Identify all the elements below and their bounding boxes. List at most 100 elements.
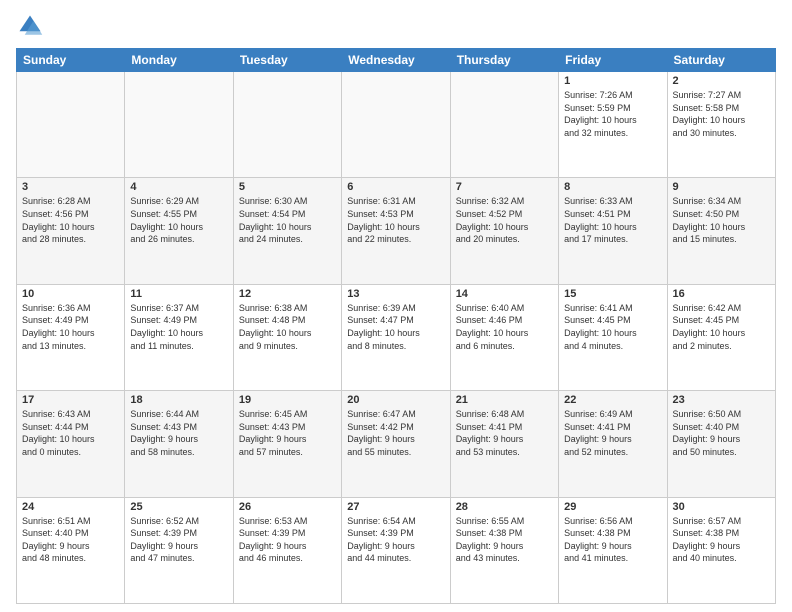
day-info: Sunrise: 7:27 AM Sunset: 5:58 PM Dayligh… <box>673 89 770 139</box>
day-number: 5 <box>239 181 336 193</box>
calendar-cell: 29 Sunrise: 6:56 AM Sunset: 4:38 PM Dayli… <box>559 497 667 603</box>
calendar-week-row: 17Sunrise: 6:43 AM Sunset: 4:44 PM Dayli… <box>17 391 776 497</box>
day-info: Sunrise: 6:54 AM Sunset: 4:39 PM Dayligh… <box>347 515 444 565</box>
day-info: Sunrise: 6:32 AM Sunset: 4:52 PM Dayligh… <box>456 195 553 245</box>
day-number: 15 <box>564 288 661 300</box>
day-number: 22 <box>564 394 661 406</box>
col-tuesday: Tuesday <box>233 49 341 72</box>
calendar-cell <box>233 72 341 178</box>
calendar-cell: 10Sunrise: 6:36 AM Sunset: 4:49 PM Dayli… <box>17 284 125 390</box>
calendar-cell: 11 Sunrise: 6:37 AM Sunset: 4:49 PM Dayli… <box>125 284 233 390</box>
calendar-cell: 26 Sunrise: 6:53 AM Sunset: 4:39 PM Dayli… <box>233 497 341 603</box>
day-info: Sunrise: 6:37 AM Sunset: 4:49 PM Dayligh… <box>130 302 227 352</box>
day-number: 1 <box>564 75 661 87</box>
day-number: 20 <box>347 394 444 406</box>
col-friday: Friday <box>559 49 667 72</box>
day-info: Sunrise: 6:38 AM Sunset: 4:48 PM Dayligh… <box>239 302 336 352</box>
calendar-cell: 8 Sunrise: 6:33 AM Sunset: 4:51 PM Daylig… <box>559 178 667 284</box>
col-saturday: Saturday <box>667 49 775 72</box>
calendar-cell <box>450 72 558 178</box>
calendar-cell <box>17 72 125 178</box>
day-info: Sunrise: 6:52 AM Sunset: 4:39 PM Dayligh… <box>130 515 227 565</box>
calendar-cell: 16 Sunrise: 6:42 AM Sunset: 4:45 PM Dayli… <box>667 284 775 390</box>
day-number: 18 <box>130 394 227 406</box>
day-info: Sunrise: 6:55 AM Sunset: 4:38 PM Dayligh… <box>456 515 553 565</box>
day-info: Sunrise: 6:30 AM Sunset: 4:54 PM Dayligh… <box>239 195 336 245</box>
day-info: Sunrise: 6:53 AM Sunset: 4:39 PM Dayligh… <box>239 515 336 565</box>
calendar-cell: 25 Sunrise: 6:52 AM Sunset: 4:39 PM Dayli… <box>125 497 233 603</box>
calendar-cell: 14Sunrise: 6:40 AM Sunset: 4:46 PM Dayli… <box>450 284 558 390</box>
calendar-week-row: 1 Sunrise: 7:26 AM Sunset: 5:59 PM Daylig… <box>17 72 776 178</box>
day-info: Sunrise: 6:47 AM Sunset: 4:42 PM Dayligh… <box>347 408 444 458</box>
calendar-cell: 18 Sunrise: 6:44 AM Sunset: 4:43 PM Dayli… <box>125 391 233 497</box>
col-sunday: Sunday <box>17 49 125 72</box>
day-info: Sunrise: 6:41 AM Sunset: 4:45 PM Dayligh… <box>564 302 661 352</box>
logo-icon <box>16 12 44 40</box>
day-info: Sunrise: 6:31 AM Sunset: 4:53 PM Dayligh… <box>347 195 444 245</box>
day-number: 23 <box>673 394 770 406</box>
calendar-week-row: 24Sunrise: 6:51 AM Sunset: 4:40 PM Dayli… <box>17 497 776 603</box>
day-number: 2 <box>673 75 770 87</box>
day-info: Sunrise: 6:33 AM Sunset: 4:51 PM Dayligh… <box>564 195 661 245</box>
day-number: 9 <box>673 181 770 193</box>
calendar-cell: 27 Sunrise: 6:54 AM Sunset: 4:39 PM Dayli… <box>342 497 450 603</box>
calendar-cell: 2 Sunrise: 7:27 AM Sunset: 5:58 PM Daylig… <box>667 72 775 178</box>
calendar-cell: 24Sunrise: 6:51 AM Sunset: 4:40 PM Dayli… <box>17 497 125 603</box>
calendar-cell: 13 Sunrise: 6:39 AM Sunset: 4:47 PM Dayli… <box>342 284 450 390</box>
calendar-cell: 12 Sunrise: 6:38 AM Sunset: 4:48 PM Dayli… <box>233 284 341 390</box>
calendar-cell: 5 Sunrise: 6:30 AM Sunset: 4:54 PM Daylig… <box>233 178 341 284</box>
calendar-cell: 1 Sunrise: 7:26 AM Sunset: 5:59 PM Daylig… <box>559 72 667 178</box>
calendar-cell: 28 Sunrise: 6:55 AM Sunset: 4:38 PM Dayli… <box>450 497 558 603</box>
calendar-cell: 23 Sunrise: 6:50 AM Sunset: 4:40 PM Dayli… <box>667 391 775 497</box>
day-info: Sunrise: 6:39 AM Sunset: 4:47 PM Dayligh… <box>347 302 444 352</box>
calendar-cell: 6Sunrise: 6:31 AM Sunset: 4:53 PM Daylig… <box>342 178 450 284</box>
calendar-table: Sunday Monday Tuesday Wednesday Thursday… <box>16 48 776 604</box>
day-number: 4 <box>130 181 227 193</box>
day-number: 19 <box>239 394 336 406</box>
day-number: 25 <box>130 501 227 513</box>
calendar-cell: 30Sunrise: 6:57 AM Sunset: 4:38 PM Dayli… <box>667 497 775 603</box>
day-number: 3 <box>22 181 119 193</box>
day-info: Sunrise: 6:42 AM Sunset: 4:45 PM Dayligh… <box>673 302 770 352</box>
logo <box>16 12 50 40</box>
day-number: 29 <box>564 501 661 513</box>
day-number: 27 <box>347 501 444 513</box>
day-number: 26 <box>239 501 336 513</box>
calendar-cell: 4 Sunrise: 6:29 AM Sunset: 4:55 PM Daylig… <box>125 178 233 284</box>
calendar-cell: 17Sunrise: 6:43 AM Sunset: 4:44 PM Dayli… <box>17 391 125 497</box>
calendar-cell <box>125 72 233 178</box>
day-info: Sunrise: 7:26 AM Sunset: 5:59 PM Dayligh… <box>564 89 661 139</box>
calendar-cell: 22 Sunrise: 6:49 AM Sunset: 4:41 PM Dayli… <box>559 391 667 497</box>
day-number: 16 <box>673 288 770 300</box>
calendar-cell: 7 Sunrise: 6:32 AM Sunset: 4:52 PM Daylig… <box>450 178 558 284</box>
day-info: Sunrise: 6:50 AM Sunset: 4:40 PM Dayligh… <box>673 408 770 458</box>
day-info: Sunrise: 6:28 AM Sunset: 4:56 PM Dayligh… <box>22 195 119 245</box>
day-info: Sunrise: 6:34 AM Sunset: 4:50 PM Dayligh… <box>673 195 770 245</box>
calendar-week-row: 3 Sunrise: 6:28 AM Sunset: 4:56 PM Daylig… <box>17 178 776 284</box>
col-wednesday: Wednesday <box>342 49 450 72</box>
day-info: Sunrise: 6:45 AM Sunset: 4:43 PM Dayligh… <box>239 408 336 458</box>
calendar-header-row: Sunday Monday Tuesday Wednesday Thursday… <box>17 49 776 72</box>
day-number: 24 <box>22 501 119 513</box>
day-number: 14 <box>456 288 553 300</box>
day-info: Sunrise: 6:57 AM Sunset: 4:38 PM Dayligh… <box>673 515 770 565</box>
day-info: Sunrise: 6:56 AM Sunset: 4:38 PM Dayligh… <box>564 515 661 565</box>
col-thursday: Thursday <box>450 49 558 72</box>
day-number: 13 <box>347 288 444 300</box>
calendar-cell <box>342 72 450 178</box>
day-number: 8 <box>564 181 661 193</box>
day-info: Sunrise: 6:43 AM Sunset: 4:44 PM Dayligh… <box>22 408 119 458</box>
day-number: 12 <box>239 288 336 300</box>
day-number: 10 <box>22 288 119 300</box>
calendar-cell: 19 Sunrise: 6:45 AM Sunset: 4:43 PM Dayli… <box>233 391 341 497</box>
day-number: 21 <box>456 394 553 406</box>
day-number: 28 <box>456 501 553 513</box>
calendar-cell: 3 Sunrise: 6:28 AM Sunset: 4:56 PM Daylig… <box>17 178 125 284</box>
day-number: 11 <box>130 288 227 300</box>
col-monday: Monday <box>125 49 233 72</box>
day-number: 7 <box>456 181 553 193</box>
day-info: Sunrise: 6:29 AM Sunset: 4:55 PM Dayligh… <box>130 195 227 245</box>
calendar-cell: 21Sunrise: 6:48 AM Sunset: 4:41 PM Dayli… <box>450 391 558 497</box>
day-info: Sunrise: 6:49 AM Sunset: 4:41 PM Dayligh… <box>564 408 661 458</box>
day-info: Sunrise: 6:44 AM Sunset: 4:43 PM Dayligh… <box>130 408 227 458</box>
